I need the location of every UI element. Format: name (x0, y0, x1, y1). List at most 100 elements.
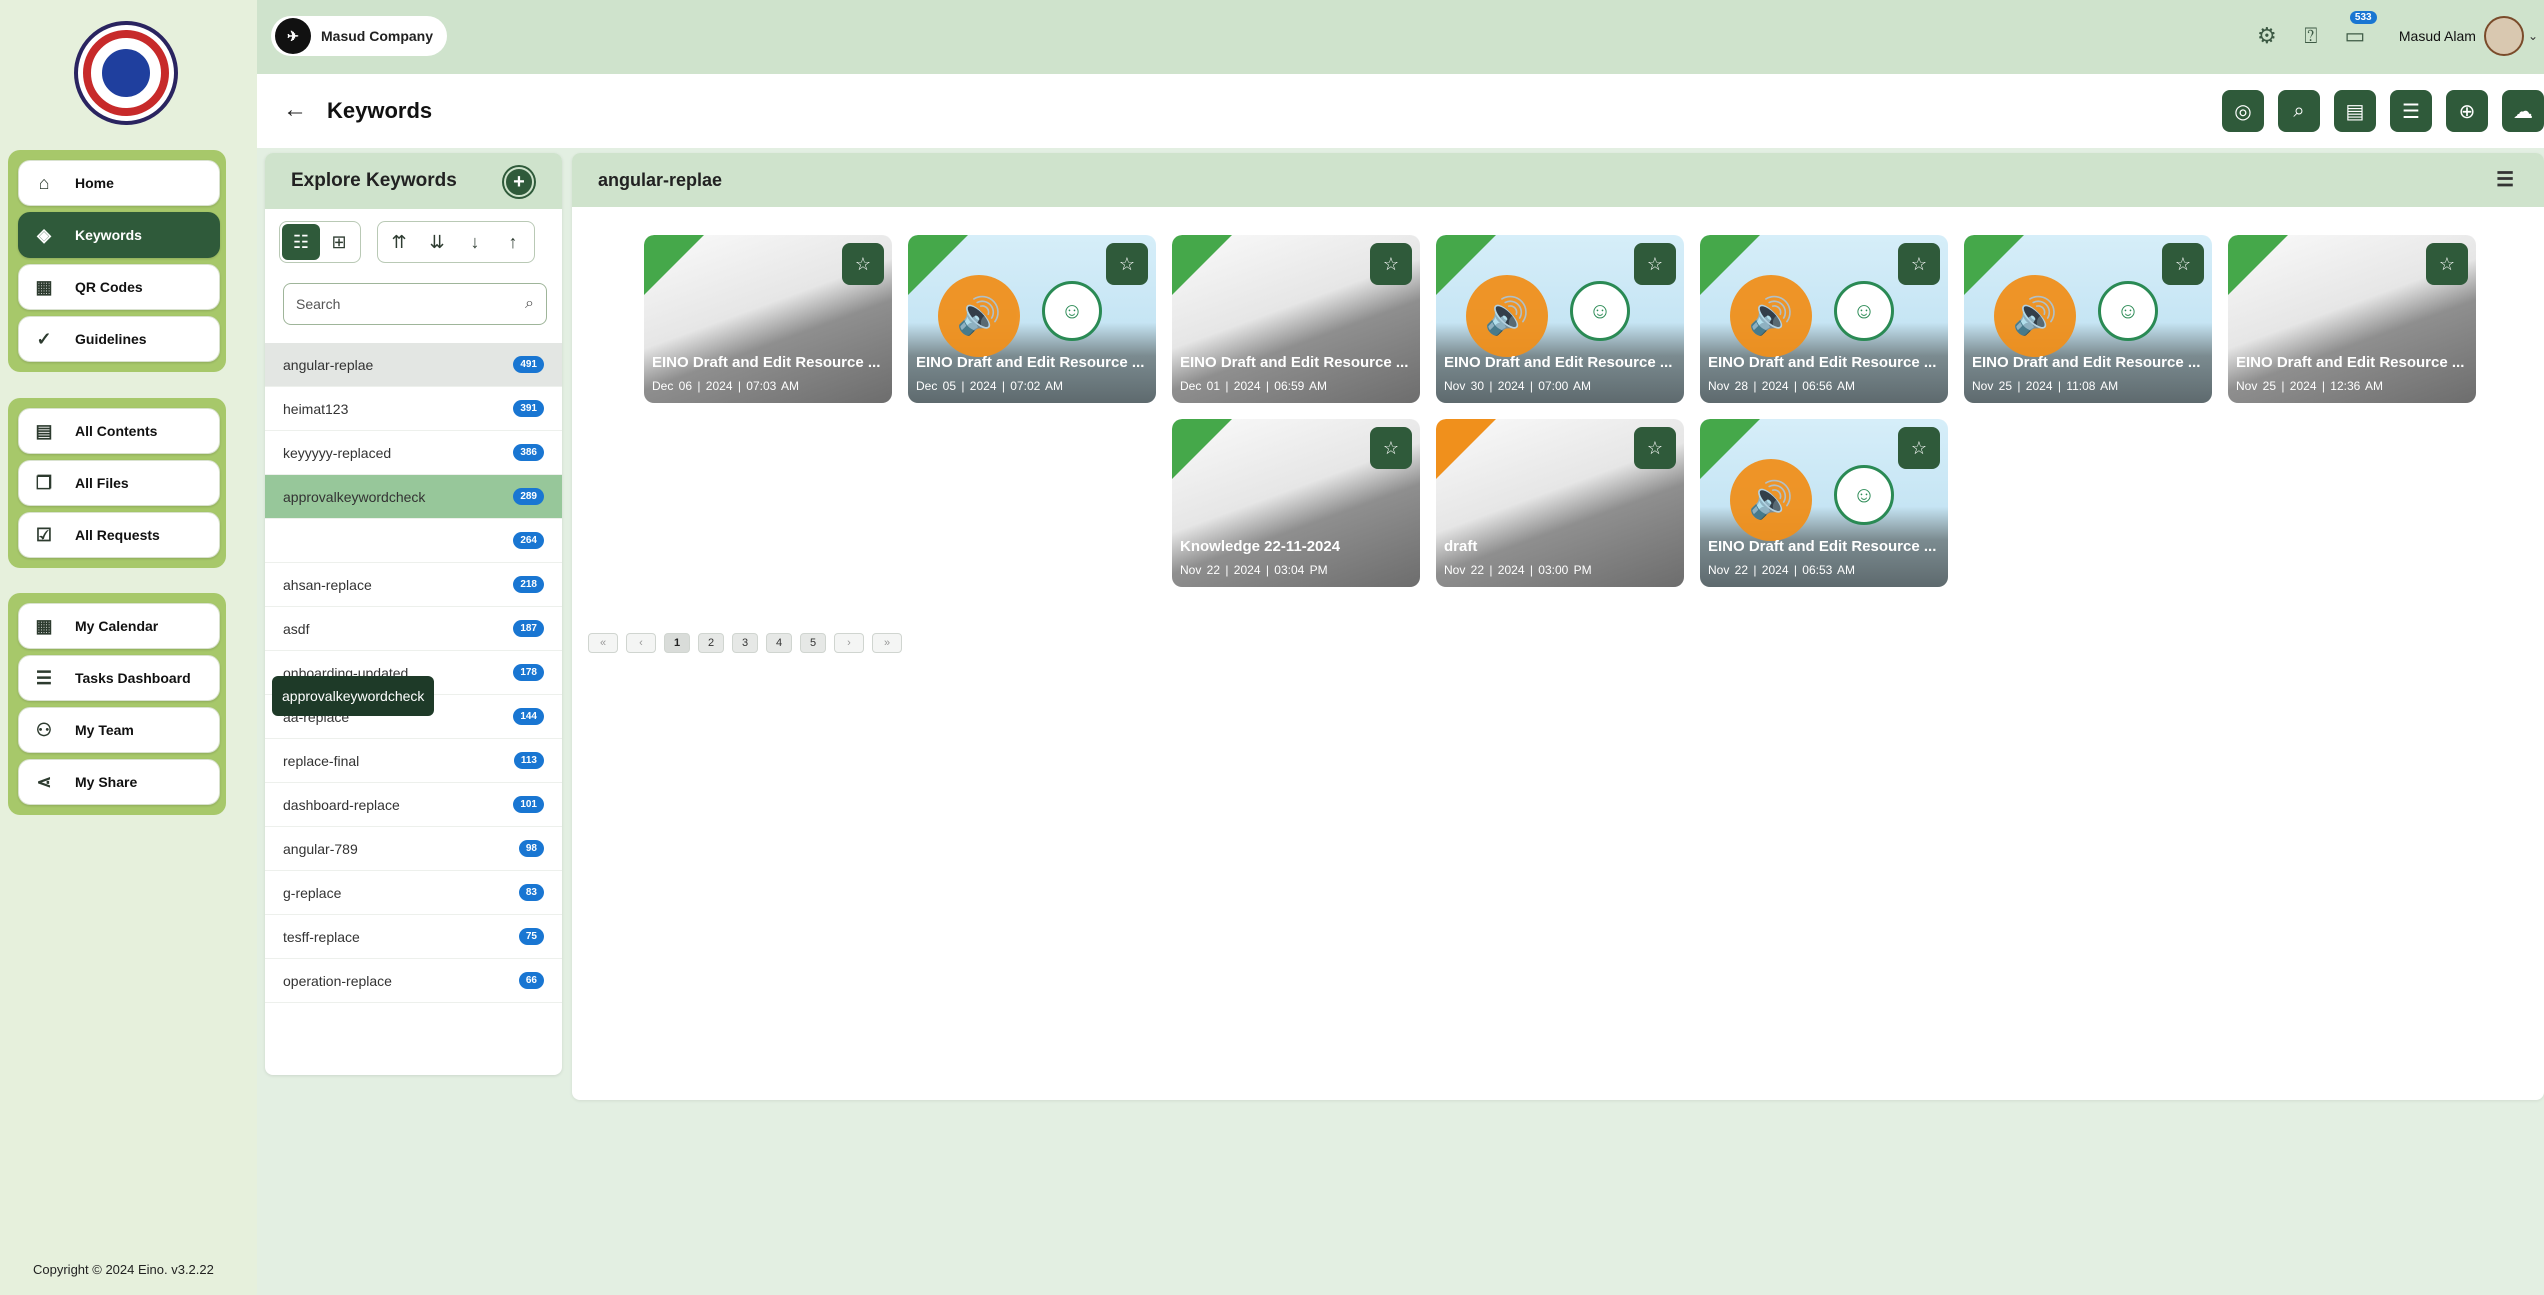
header-actions: ◎ ⌕ ▤ ☰ ⊕ ☁ (2208, 90, 2544, 132)
sidebar-item-guidelines[interactable]: ✓ Guidelines (18, 316, 220, 362)
keyword-item[interactable]: angular-replae 491 (265, 343, 562, 387)
content-card[interactable]: ☆ EINO Draft and Edit Resource ... Dec 01 … (1172, 235, 1420, 403)
settings-icon[interactable]: ⚙ (2252, 21, 2282, 51)
content-card[interactable]: ☆ draft Nov 22 | 2024 | 03:00 PM (1436, 419, 1684, 587)
sidebar-item-keywords[interactable]: ◈ Keywords (18, 212, 220, 258)
content-card[interactable]: 🔊 ☺ ☆ EINO Draft and Edit Resource ... Nov 3… (1436, 235, 1684, 403)
keyword-item[interactable]: asdf 187 (265, 607, 562, 651)
page-5-button[interactable]: 5 (800, 633, 826, 653)
keyword-name: ahsan-replace (283, 576, 372, 593)
page-4-button[interactable]: 4 (766, 633, 792, 653)
keyword-search-input[interactable]: Search ⌕ (283, 283, 547, 325)
add-button[interactable]: ⊕ (2446, 90, 2488, 132)
keyword-item[interactable]: 264 (265, 519, 562, 563)
sidebar-item-all-files[interactable]: ❐ All Files (18, 460, 220, 506)
page-title: Keywords (327, 98, 433, 123)
favorite-star-button[interactable]: ☆ (1370, 427, 1412, 469)
keyword-count-badge: 113 (513, 752, 544, 769)
tree-view-icon[interactable]: ⊞ (320, 224, 358, 260)
keyword-count-badge: 187 (513, 620, 544, 637)
notification-badge: 533 (2349, 11, 2377, 24)
keyword-item[interactable]: operation-replace 66 (265, 959, 562, 1003)
keyword-item[interactable]: approvalkeywordcheck 289 (265, 475, 562, 519)
prev-page-button[interactable]: ‹ (626, 633, 656, 653)
card-date: Nov 22 | 2024 | 03:00 PM (1444, 563, 1592, 577)
help-icon[interactable]: ⍰ (2296, 21, 2326, 51)
page-1-button[interactable]: 1 (664, 633, 690, 653)
sort-alpha-asc-icon[interactable]: ↓ (456, 224, 494, 260)
mascot-image: ☺ (1834, 465, 1894, 525)
sidebar-item-qr-codes[interactable]: ▦ QR Codes (18, 264, 220, 310)
keyword-item[interactable]: replace-final 113 (265, 739, 562, 783)
favorite-star-button[interactable]: ☆ (1898, 427, 1940, 469)
favorite-star-button[interactable]: ☆ (1370, 243, 1412, 285)
content-card[interactable]: 🔊 ☺ ☆ EINO Draft and Edit Resource ... Nov 2… (1964, 235, 2212, 403)
favorite-star-button[interactable]: ☆ (1634, 427, 1676, 469)
keyword-item[interactable]: tesff-replace 75 (265, 915, 562, 959)
favorite-star-button[interactable]: ☆ (2162, 243, 2204, 285)
sort-count-desc-icon[interactable]: ⇊ (418, 224, 456, 260)
search-button[interactable]: ⌕ (2278, 90, 2320, 132)
page-3-button[interactable]: 3 (732, 633, 758, 653)
sort-alpha-desc-icon[interactable]: ↑ (494, 224, 532, 260)
page-2-button[interactable]: 2 (698, 633, 724, 653)
favorite-star-button[interactable]: ☆ (1634, 243, 1676, 285)
favorite-star-button[interactable]: ☆ (842, 243, 884, 285)
user-name[interactable]: Masud Alam (2399, 28, 2476, 44)
sort-count-asc-icon[interactable]: ⇈ (380, 224, 418, 260)
keyword-item[interactable]: keyyyyy-replaced 386 (265, 431, 562, 475)
top-actions: ⚙ ⍰ ▭ 533 Masud Alam ⌄ (2245, 11, 2544, 58)
keyword-item[interactable]: heimat123 391 (265, 387, 562, 431)
keyword-item[interactable]: angular-789 98 (265, 827, 562, 871)
keyword-count-badge: 491 (513, 356, 544, 373)
keyword-content-panel: angular-replae ☰ « ‹ 1 2 3 4 5 › » ☆ EINO Draft a… (572, 153, 2544, 1100)
keyword-item[interactable]: ahsan-replace 218 (265, 563, 562, 607)
last-page-button[interactable]: » (872, 633, 902, 653)
sidebar-item-all-contents[interactable]: ▤ All Contents (18, 408, 220, 454)
keyword-name: dashboard-replace (283, 796, 400, 813)
menu-icon[interactable]: ☰ (2496, 167, 2514, 192)
eino-logo[interactable] (74, 21, 178, 125)
next-page-button[interactable]: › (834, 633, 864, 653)
sidebar-item-my-calendar[interactable]: ▦ My Calendar (18, 603, 220, 649)
sidebar-item-my-share[interactable]: ⋖ My Share (18, 759, 220, 805)
content-card[interactable]: ☆ EINO Draft and Edit Resource ... Nov 25 … (2228, 235, 2476, 403)
share-icon: ⋖ (36, 771, 52, 792)
list-view-button[interactable]: ☰ (2390, 90, 2432, 132)
sidebar-item-all-requests[interactable]: ☑ All Requests (18, 512, 220, 558)
notifications-icon[interactable]: ▭ 533 (2340, 11, 2377, 51)
content-card[interactable]: 🔊 ☺ ☆ EINO Draft and Edit Resource ... Nov 2… (1700, 235, 1948, 403)
chevron-down-icon[interactable]: ⌄ (2528, 29, 2538, 43)
keyword-count-badge: 178 (513, 664, 544, 681)
content-card[interactable]: 🔊 ☺ ☆ EINO Draft and Edit Resource ... Nov 2… (1700, 419, 1948, 587)
list-view-icon[interactable]: ☷ (282, 224, 320, 260)
favorite-star-button[interactable]: ☆ (1106, 243, 1148, 285)
add-keyword-button[interactable]: + (504, 167, 534, 197)
sidebar-item-tasks-dashboard[interactable]: ☰ Tasks Dashboard (18, 655, 220, 701)
page-header: ← Keywords ◎ ⌕ ▤ ☰ ⊕ ☁ (257, 74, 2544, 148)
team-icon: ⚇ (35, 719, 53, 740)
favorite-star-button[interactable]: ☆ (1898, 243, 1940, 285)
company-switcher[interactable]: ✈ Masud Company (271, 16, 448, 56)
back-arrow-icon[interactable]: ← (283, 96, 307, 124)
top-bar: ✈ Masud Company ⚙ ⍰ ▭ 533 Masud Alam ⌄ (257, 0, 2544, 74)
keyword-item[interactable]: dashboard-replace 101 (265, 783, 562, 827)
target-button[interactable]: ◎ (2222, 90, 2264, 132)
keyword-name: heimat123 (283, 400, 349, 417)
card-date: Nov 22 | 2024 | 03:04 PM (1180, 563, 1328, 577)
sidebar: ⌂ Home ◈ Keywords ▦ QR Codes ✓ Guidelines ▤ All C… (0, 0, 257, 1295)
keyword-name: keyyyyy-replaced (283, 444, 392, 461)
keyword-item[interactable]: g-replace 83 (265, 871, 562, 915)
user-avatar[interactable] (2483, 16, 2524, 56)
content-card[interactable]: ☆ EINO Draft and Edit Resource ... Dec 06 … (644, 235, 892, 403)
card-title: EINO Draft and Edit Resource ... (1708, 354, 1937, 371)
document-button[interactable]: ▤ (2334, 90, 2376, 132)
upload-cloud-button[interactable]: ☁ (2502, 90, 2544, 132)
sidebar-item-my-team[interactable]: ⚇ My Team (18, 707, 220, 753)
content-card[interactable]: 🔊 ☺ ☆ EINO Draft and Edit Resource ... Dec 0… (908, 235, 1156, 403)
favorite-star-button[interactable]: ☆ (2426, 243, 2468, 285)
content-card[interactable]: ☆ Knowledge 22-11-2024 Nov 22 | 2024 | 03:… (1172, 419, 1420, 587)
first-page-button[interactable]: « (588, 633, 618, 653)
sidebar-item-home[interactable]: ⌂ Home (18, 160, 220, 206)
requests-icon: ☑ (35, 524, 53, 545)
